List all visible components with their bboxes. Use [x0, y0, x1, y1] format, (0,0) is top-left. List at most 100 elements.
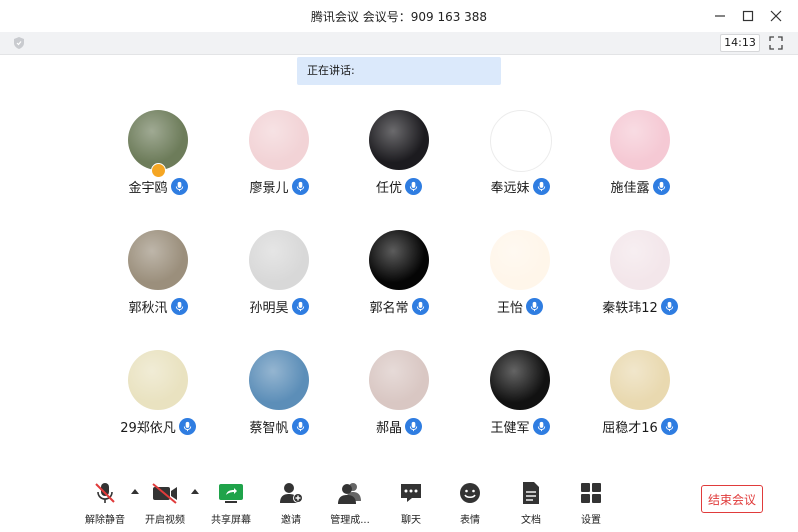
- participant-name-row: 郭名常: [339, 297, 459, 316]
- participant-name-row: 任优: [339, 177, 459, 196]
- minimize-button[interactable]: [706, 6, 734, 26]
- end-meeting-button[interactable]: 结束会议: [701, 485, 763, 513]
- title-bar: 腾讯会议 会议号：909 163 388: [0, 0, 798, 32]
- avatar: [369, 350, 429, 410]
- bottom-toolbar: 解除静音 开启视频 共享屏幕 邀请 管理成... 聊天 表情 文档 设置: [0, 470, 798, 532]
- avatar: [249, 350, 309, 410]
- participant-name: 郭秋汛: [128, 301, 168, 316]
- participant-tile[interactable]: 29郑依凡: [98, 350, 218, 450]
- participant-tile[interactable]: 王怡: [460, 230, 580, 330]
- avatar: [610, 110, 670, 170]
- mic-icon: [411, 298, 429, 315]
- participant-tile[interactable]: 屈稳才16: [580, 350, 700, 450]
- participant-name-row: 王健军: [460, 417, 580, 436]
- participant-tile[interactable]: 郭秋汛: [98, 230, 218, 330]
- avatar: [369, 110, 429, 170]
- participant-name: 秦轶玮12: [602, 301, 658, 316]
- manage-members-button[interactable]: 管理成...: [322, 480, 378, 526]
- mic-icon: [291, 298, 309, 315]
- maximize-icon: [742, 10, 754, 22]
- participant-name: 郝晶: [375, 421, 402, 436]
- participant-name-row: 孙明昊: [219, 297, 339, 316]
- participant-name: 孙明昊: [249, 301, 289, 316]
- participant-tile[interactable]: 廖景儿: [219, 110, 339, 210]
- meeting-timer: 14:13: [720, 34, 760, 52]
- docs-label: 文档: [521, 515, 541, 526]
- avatar: [249, 230, 309, 290]
- participant-name-row: 施佳露: [580, 177, 700, 196]
- avatar: [128, 350, 188, 410]
- participant-name-row: 奉远妹: [460, 177, 580, 196]
- participant-name: 奉远妹: [490, 181, 530, 196]
- participant-name-row: 蔡智帆: [219, 417, 339, 436]
- participant-tile[interactable]: 王健军: [460, 350, 580, 450]
- emoji-label: 表情: [460, 515, 480, 526]
- close-button[interactable]: [762, 6, 790, 26]
- participant-name: 王健军: [490, 421, 530, 436]
- participant-name: 施佳露: [610, 181, 650, 196]
- mic-muted-icon: [95, 483, 115, 503]
- mic-icon: [170, 298, 188, 315]
- participant-tile[interactable]: 蔡智帆: [219, 350, 339, 450]
- mic-icon: [291, 178, 309, 195]
- avatar: [610, 230, 670, 290]
- start-video-label: 开启视频: [145, 515, 185, 526]
- avatar: [490, 230, 550, 290]
- participant-name-row: 秦轶玮12: [580, 297, 700, 316]
- participant-tile[interactable]: 奉远妹: [460, 110, 580, 210]
- participant-tile[interactable]: 任优: [339, 110, 459, 210]
- shield-icon[interactable]: [12, 36, 26, 50]
- participant-tile[interactable]: 郝晶: [339, 350, 459, 450]
- host-badge-icon: [151, 163, 166, 178]
- mic-icon: [532, 178, 550, 195]
- settings-label: 设置: [581, 515, 601, 526]
- mic-icon: [660, 418, 678, 435]
- avatar: [369, 230, 429, 290]
- window-title: 腾讯会议 会议号：909 163 388: [310, 10, 488, 24]
- participant-tile[interactable]: 孙明昊: [219, 230, 339, 330]
- avatar: [490, 350, 550, 410]
- mic-icon: [405, 178, 422, 195]
- start-video-button[interactable]: 开启视频: [137, 480, 193, 526]
- share-screen-button[interactable]: 共享屏幕: [203, 480, 259, 526]
- participant-tile[interactable]: 施佳露: [580, 110, 700, 210]
- participant-name: 屈稳才16: [602, 421, 658, 436]
- unmute-button[interactable]: 解除静音: [77, 480, 133, 526]
- avatar: [128, 230, 188, 290]
- members-icon: [338, 483, 361, 504]
- participant-name: 蔡智帆: [249, 421, 289, 436]
- chat-button[interactable]: 聊天: [383, 480, 439, 526]
- chat-icon: [401, 484, 421, 502]
- avatar: [249, 110, 309, 170]
- mic-icon: [291, 418, 309, 435]
- participant-name: 郭名常: [369, 301, 409, 316]
- manage-members-label: 管理成...: [330, 515, 370, 526]
- info-bar: 14:13: [0, 32, 798, 55]
- window-controls: [706, 6, 790, 26]
- invite-label: 邀请: [281, 515, 301, 526]
- settings-button[interactable]: 设置: [563, 480, 619, 526]
- avatar: [128, 110, 188, 170]
- docs-button[interactable]: 文档: [503, 480, 559, 526]
- participant-tile[interactable]: 秦轶玮12: [580, 230, 700, 330]
- add-user-icon: [280, 483, 303, 503]
- participant-tile[interactable]: 郭名常: [339, 230, 459, 330]
- chevron-up-icon[interactable]: [190, 487, 200, 495]
- invite-button[interactable]: 邀请: [263, 480, 319, 526]
- fullscreen-icon[interactable]: [768, 35, 784, 51]
- unmute-label: 解除静音: [85, 515, 125, 526]
- participant-tile[interactable]: 金宇鸥: [98, 110, 218, 210]
- mic-icon: [526, 298, 543, 315]
- participant-name-row: 王怡: [460, 297, 580, 316]
- mic-icon: [660, 298, 678, 315]
- participant-name: 金宇鸥: [128, 181, 168, 196]
- share-screen-label: 共享屏幕: [211, 515, 251, 526]
- participant-name-row: 郝晶: [339, 417, 459, 436]
- emoji-icon: [460, 483, 480, 503]
- maximize-button[interactable]: [734, 6, 762, 26]
- settings-grid-icon: [581, 483, 601, 503]
- participant-name-row: 廖景儿: [219, 177, 339, 196]
- participant-name-row: 郭秋汛: [98, 297, 218, 316]
- emoji-button[interactable]: 表情: [442, 480, 498, 526]
- avatar: [490, 110, 552, 172]
